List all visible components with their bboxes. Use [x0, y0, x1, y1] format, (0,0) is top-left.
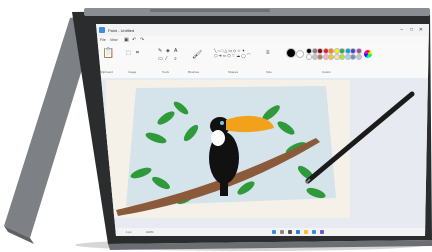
- group-label-shapes: Shapes: [228, 70, 239, 74]
- color-picker-icon[interactable]: ⁄: [166, 56, 167, 62]
- size-icon[interactable]: ≡: [266, 50, 270, 56]
- toucan-eye: [220, 121, 224, 125]
- shapes-gallery[interactable]: ╲○□△▭◇☆✦ ⬡➔⇦⬠♡☁◯⌒: [214, 48, 252, 59]
- eraser-icon[interactable]: ▭: [158, 56, 163, 62]
- title-bar: Paint - Untitled – □ ✕: [96, 24, 429, 36]
- ribbon-toolbar: 📋 ⬚ ⌗ ✎ ◈ A ▭ ⁄ ⌕ 🖌 ╲○□△▭◇☆✦ ⬡➔⇦⬠♡☁◯⌒ ≡ C…: [96, 44, 429, 79]
- group-label-image: Image: [128, 70, 137, 74]
- file-explorer-icon[interactable]: [304, 230, 308, 234]
- pencil-icon[interactable]: ✎: [158, 48, 162, 54]
- canvas-area: [96, 78, 429, 228]
- menu-bar: File View ▣ ↶ ↷: [96, 36, 429, 44]
- minimize-icon[interactable]: –: [400, 27, 403, 33]
- save-icon[interactable]: ▣: [124, 37, 129, 43]
- color-1[interactable]: [286, 48, 296, 58]
- redo-icon[interactable]: ↷: [140, 37, 144, 43]
- group-label-clipboard: Clipboard: [100, 70, 113, 74]
- text-icon[interactable]: A: [174, 48, 177, 54]
- zoom-readout: 100%: [146, 230, 154, 234]
- fill-icon[interactable]: ◈: [166, 48, 170, 54]
- group-label-brushes: Brushes: [188, 70, 200, 74]
- undo-icon[interactable]: ↶: [132, 37, 136, 43]
- paste-icon[interactable]: 📋: [102, 48, 114, 59]
- search-icon[interactable]: [280, 230, 284, 234]
- palette-swatch[interactable]: [355, 54, 362, 60]
- window-title: Paint - Untitled: [108, 28, 135, 33]
- brush-size-readout: 1 px: [126, 230, 132, 234]
- edit-colors-icon[interactable]: [364, 50, 372, 58]
- maximize-icon[interactable]: □: [410, 27, 413, 33]
- toucan-throat: [211, 130, 225, 146]
- group-label-colors: Colors: [322, 70, 331, 74]
- color-2[interactable]: [296, 50, 304, 58]
- group-label-size: Size: [266, 70, 272, 74]
- start-icon[interactable]: [272, 230, 276, 234]
- edge-icon[interactable]: [296, 230, 300, 234]
- paint-app-icon: [99, 27, 105, 33]
- close-icon[interactable]: ✕: [419, 27, 423, 33]
- toucan-tail: [220, 182, 228, 196]
- status-bar: 1 px 100%: [96, 228, 429, 236]
- hinge-detail: [150, 9, 270, 12]
- menu-file[interactable]: File: [100, 38, 106, 42]
- task-view-icon[interactable]: [288, 230, 292, 234]
- select-icon[interactable]: ⬚: [126, 50, 131, 56]
- store-icon[interactable]: [312, 230, 316, 234]
- menu-view[interactable]: View: [110, 38, 118, 42]
- brush-icon[interactable]: 🖌: [192, 50, 202, 59]
- drawing-canvas[interactable]: [96, 78, 429, 228]
- laptop-photo: Paint - Untitled – □ ✕ File View ▣ ↶ ↷ 📋…: [0, 0, 432, 252]
- group-label-tools: Tools: [162, 70, 170, 74]
- zoom-icon[interactable]: ⌕: [174, 56, 177, 62]
- paint-app-screen: Paint - Untitled – □ ✕ File View ▣ ↶ ↷ 📋…: [96, 24, 429, 236]
- paint-taskbar-icon[interactable]: [320, 230, 324, 234]
- crop-icon[interactable]: ⌗: [136, 50, 139, 56]
